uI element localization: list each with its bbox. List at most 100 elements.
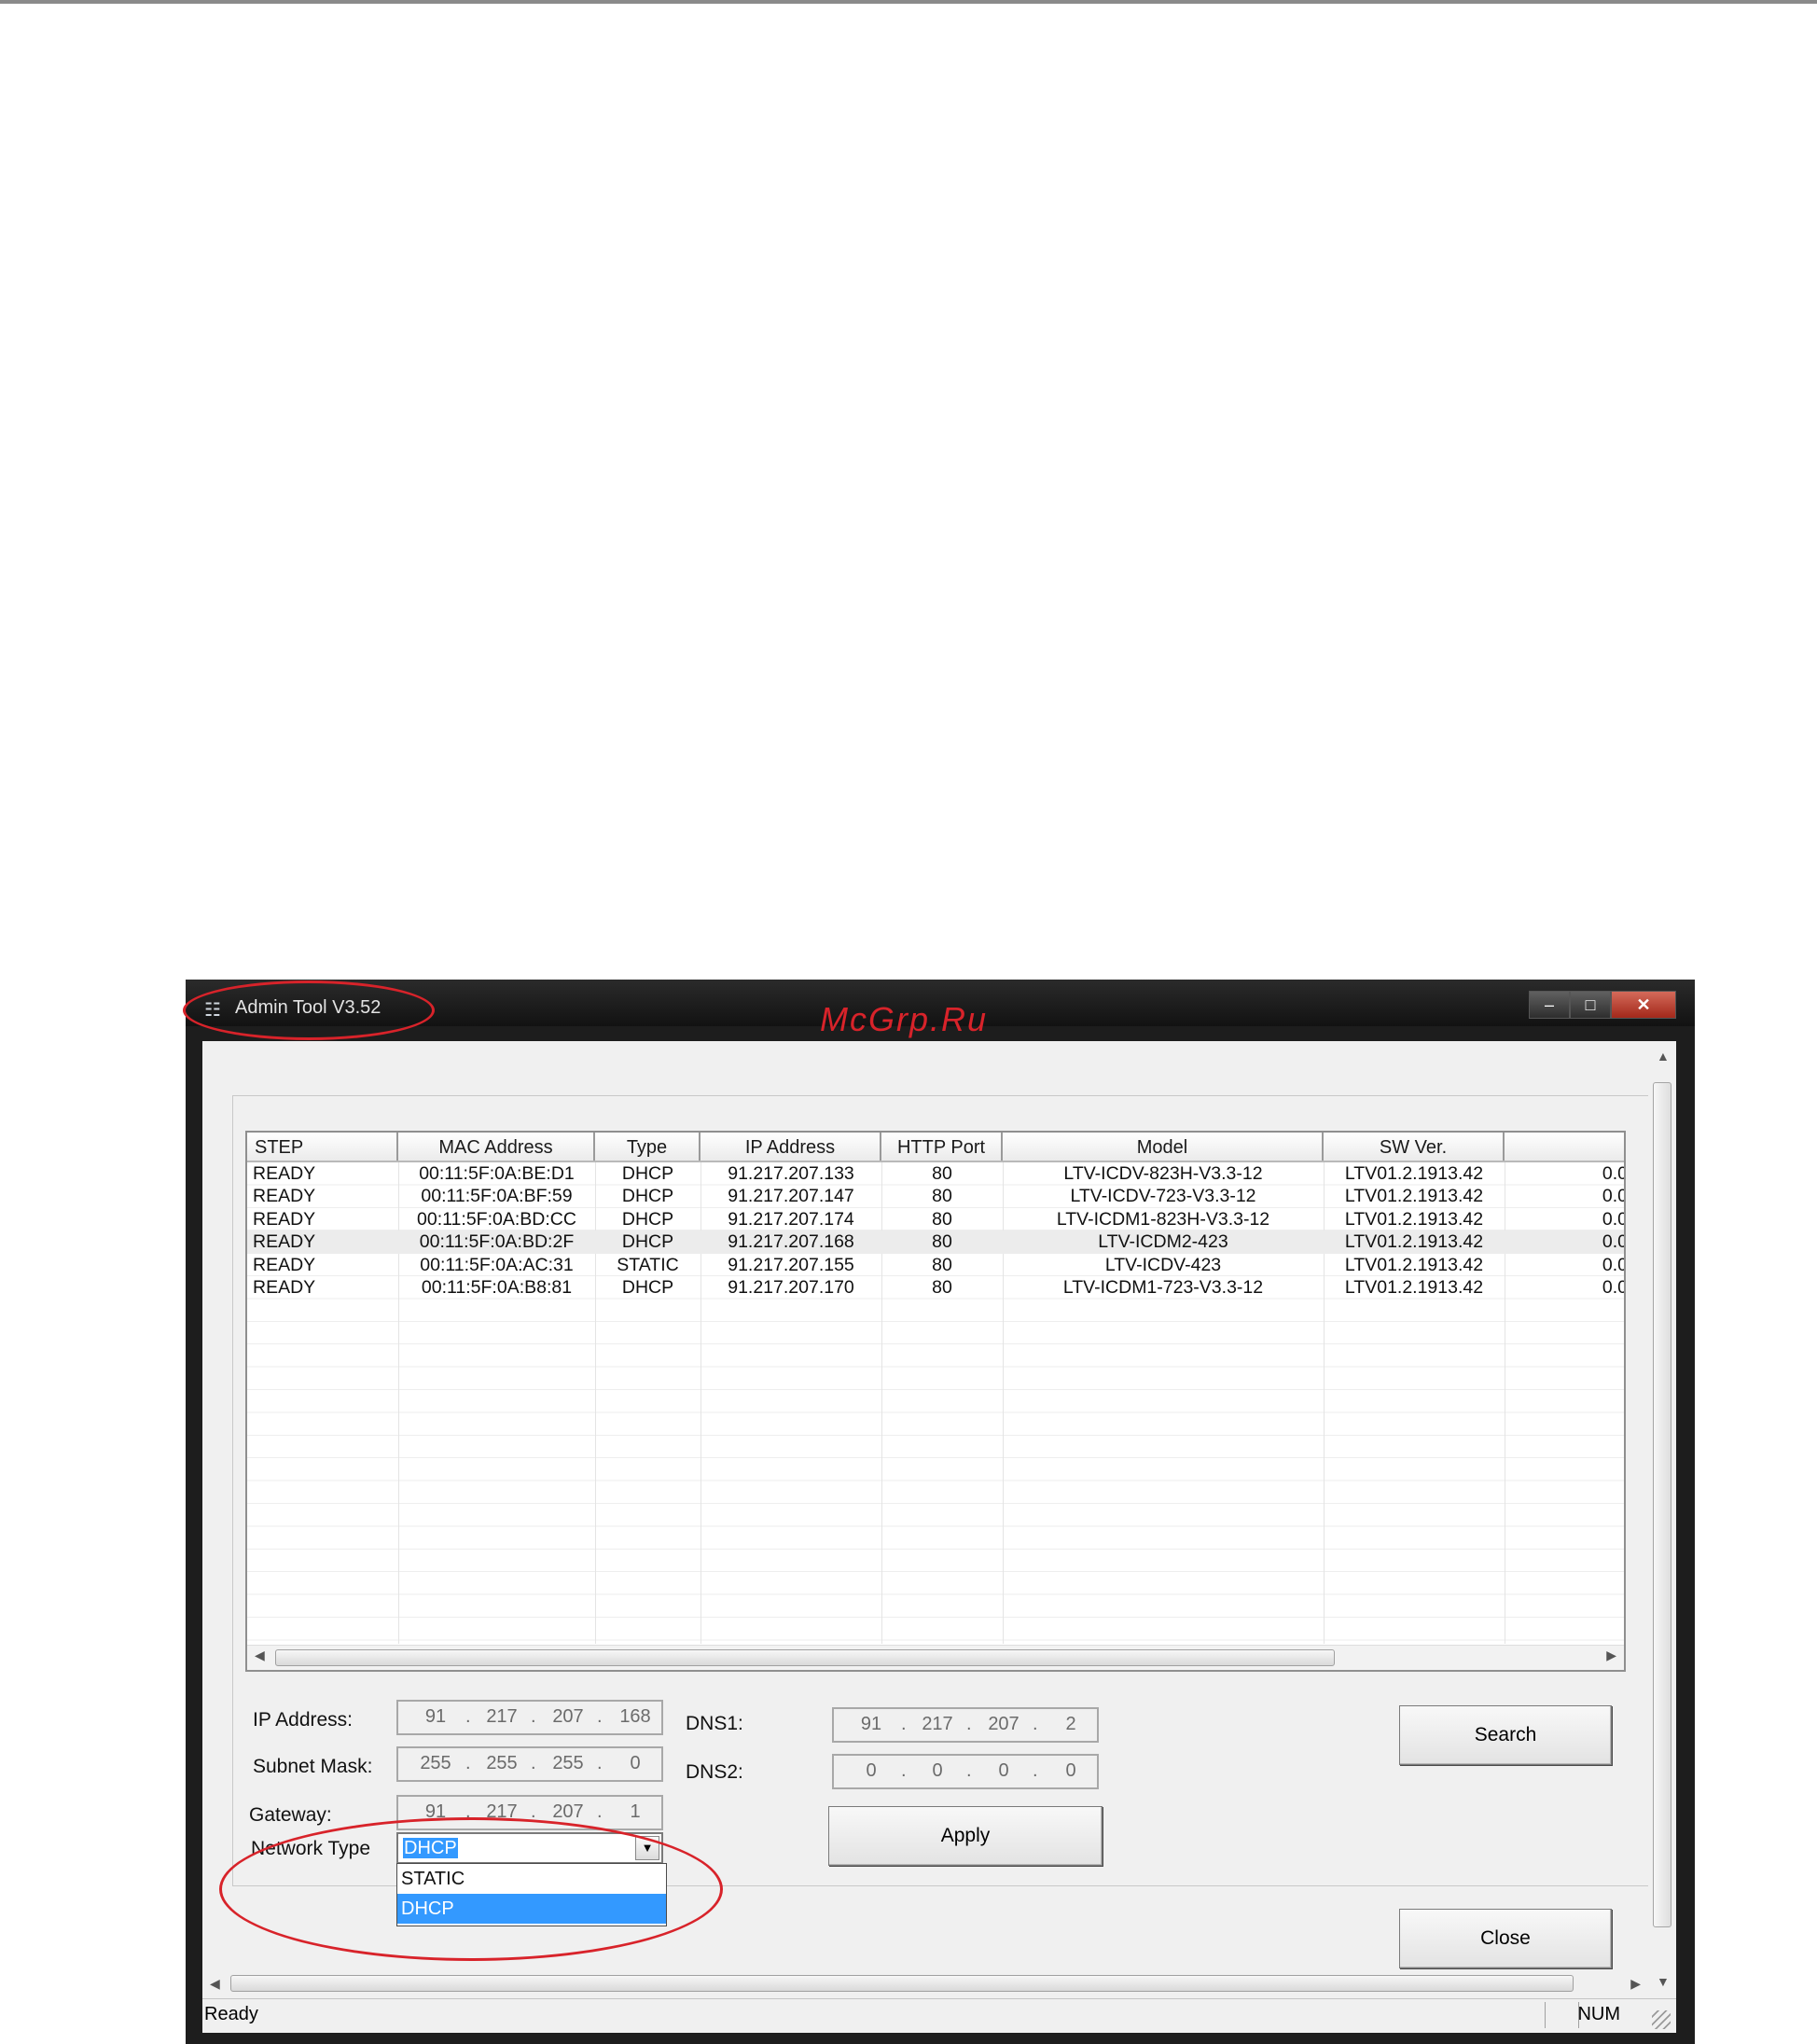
cell-step: READY [253,1163,316,1184]
cell-extra: 0.0 [1602,1186,1626,1207]
cell-ip: 91.217.207.133 [728,1163,854,1184]
scroll-left-icon[interactable]: ◀ [255,1648,265,1663]
cell-step: READY [253,1231,316,1253]
dns2-field[interactable]: 0. 0. 0. 0 [832,1754,1099,1789]
table-row[interactable]: READY 00:11:5F:0A:B8:81 DHCP 91.217.207.170… [247,1276,1626,1299]
scroll-up-icon[interactable]: ▲ [1657,1049,1670,1064]
network-icon: ☷ [204,1000,221,1021]
cell-sw-ver: LTV01.2.1913.42 [1344,1186,1484,1207]
gateway-field[interactable]: 91. 217. 207. 1 [396,1795,663,1830]
cell-type: STATIC [617,1254,679,1275]
cell-sw-ver: LTV01.2.1913.42 [1344,1163,1484,1184]
close-button[interactable]: Close [1399,1909,1612,1968]
list-header: STEP MAC Address Type IP Address HTTP Po… [247,1133,1624,1162]
minimize-button[interactable]: – [1529,991,1570,1019]
cell-step: READY [253,1208,316,1230]
scroll-right-icon[interactable]: ▶ [1606,1648,1616,1663]
scroll-down-icon[interactable]: ▼ [1657,1974,1670,1989]
watermark: McGrp.Ru [820,1000,989,1038]
cell-model: LTV-ICDV-823H-V3.3-12 [1063,1163,1263,1184]
cell-type: DHCP [621,1163,674,1184]
cell-http-port: 80 [932,1276,952,1298]
cell-model: LTV-ICDM1-723-V3.3-12 [1062,1276,1264,1298]
table-row[interactable]: READY 00:11:5F:0A:BE:D1 DHCP 91.217.207.133… [247,1162,1624,1185]
chevron-down-icon[interactable]: ▼ [635,1836,659,1860]
column-header-extra[interactable] [1505,1133,1624,1161]
cell-http-port: 80 [932,1208,952,1230]
column-header-type[interactable]: Type [595,1133,700,1161]
dns2-label: DNS2: [686,1761,743,1783]
maximize-button[interactable]: □ [1570,991,1611,1019]
subnet-mask-label: Subnet Mask: [253,1756,373,1777]
cell-http-port: 80 [932,1163,952,1184]
cell-mac: 00:11:5F:0A:AC:31 [420,1254,574,1275]
window-title: Admin Tool V3.52 [235,997,381,1018]
network-type-label: Network Type [251,1838,370,1859]
column-header-step[interactable]: STEP [247,1133,398,1161]
num-lock-indicator: NUM [1577,2004,1620,2024]
cell-ip: 91.217.207.170 [728,1276,854,1298]
apply-button[interactable]: Apply [828,1806,1103,1866]
cell-type: DHCP [621,1231,674,1253]
table-row[interactable]: READY 00:11:5F:0A:BD:2F DHCP 91.217.207.168… [247,1231,1626,1254]
cell-ip: 91.217.207.155 [728,1254,854,1275]
option-static[interactable]: STATIC [397,1864,666,1894]
cell-ip: 91.217.207.168 [728,1231,854,1253]
device-list[interactable]: STEP MAC Address Type IP Address HTTP Po… [245,1131,1626,1672]
cell-model: LTV-ICDM2-423 [1098,1231,1228,1253]
cell-extra: 0.0 [1602,1208,1626,1230]
status-text: Ready [204,2004,258,2024]
cell-http-port: 80 [932,1254,952,1275]
cell-step: READY [253,1276,316,1298]
cell-type: DHCP [621,1208,674,1230]
cell-mac: 00:11:5F:0A:BD:2F [419,1231,575,1253]
cell-extra: 0.0 [1602,1276,1626,1298]
close-window-button[interactable]: ✕ [1611,991,1676,1019]
cell-model: LTV-ICDM1-823H-V3.3-12 [1056,1208,1270,1230]
table-row[interactable]: READY 00:11:5F:0A:AC:31 STATIC 91.217.207.1… [247,1254,1624,1276]
cell-sw-ver: LTV01.2.1913.42 [1344,1254,1484,1275]
option-dhcp[interactable]: DHCP [397,1894,666,1924]
cell-mac: 00:11:5F:0A:BE:D1 [419,1163,575,1184]
subnet-mask-field[interactable]: 255. 255. 255. 0 [396,1746,663,1782]
scroll-right-icon[interactable]: ▶ [1630,1976,1641,1992]
title-bar[interactable]: ☷ Admin Tool V3.52 McGrp.Ru – □ ✕ [186,980,1695,1038]
cell-step: READY [253,1254,316,1275]
client-area: STEP MAC Address Type IP Address HTTP Po… [202,1041,1676,2033]
cell-mac: 00:11:5F:0A:BF:59 [421,1186,573,1207]
column-header-http-port[interactable]: HTTP Port [881,1133,1003,1161]
cell-ip: 91.217.207.147 [728,1186,854,1207]
window-vscroll-thumb[interactable] [1653,1082,1671,1927]
ip-address-field[interactable]: 91. 217. 207. 168 [396,1700,663,1735]
admin-tool-window: ☷ Admin Tool V3.52 McGrp.Ru – □ ✕ STEP M… [183,980,1695,2044]
table-row[interactable]: READY 00:11:5F:0A:BF:59 DHCP 91.217.207.147… [247,1185,1626,1207]
dns1-field[interactable]: 91. 217. 207. 2 [832,1707,1099,1743]
cell-model: LTV-ICDV-723-V3.3-12 [1070,1186,1256,1207]
resize-grip-icon[interactable] [1652,2010,1671,2029]
column-header-sw-ver[interactable]: SW Ver. [1324,1133,1505,1161]
search-button[interactable]: Search [1399,1705,1612,1765]
cell-sw-ver: LTV01.2.1913.42 [1344,1208,1484,1230]
column-header-ip[interactable]: IP Address [700,1133,881,1161]
scroll-left-icon[interactable]: ◀ [210,1976,220,1992]
table-row[interactable]: READY 00:11:5F:0A:BD:CC DHCP 91.217.207.174… [247,1208,1626,1231]
cell-extra: 0.0 [1602,1231,1626,1253]
cell-mac: 00:11:5F:0A:BD:CC [417,1208,576,1230]
cell-http-port: 80 [932,1186,952,1207]
cell-type: DHCP [621,1186,674,1207]
cell-step: READY [253,1186,316,1207]
network-type-value: DHCP [403,1838,458,1858]
network-type-dropdown: STATIC DHCP [396,1863,667,1926]
list-scroll-thumb[interactable] [275,1649,1335,1666]
window-vertical-scrollbar[interactable]: ▲ ▼ [1648,1041,1676,1996]
cell-ip: 91.217.207.174 [728,1208,854,1230]
list-horizontal-scrollbar[interactable]: ◀ ▶ [247,1645,1624,1670]
network-type-select[interactable]: DHCP ▼ [396,1832,663,1864]
cell-http-port: 80 [932,1231,952,1253]
page-top-rule [0,0,1817,4]
window-hscroll-thumb[interactable] [230,1975,1574,1992]
window-horizontal-scrollbar[interactable]: ◀ ▶ [202,1969,1648,1997]
status-bar: Ready NUM [202,1998,1676,2033]
column-header-mac[interactable]: MAC Address [398,1133,595,1161]
column-header-model[interactable]: Model [1003,1133,1324,1161]
